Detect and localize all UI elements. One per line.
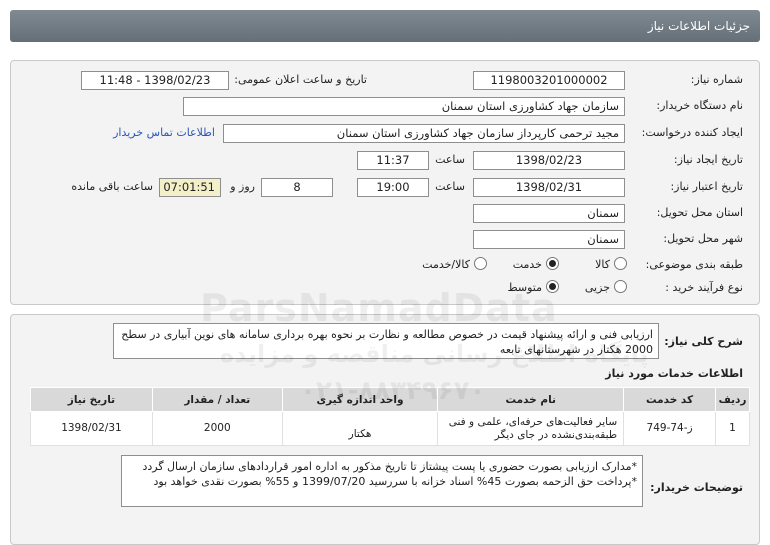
- buyer-contact-link[interactable]: اطلاعات تماس خریدار: [113, 126, 215, 139]
- buyer-org-label: نام دستگاه خریدار:: [656, 99, 743, 112]
- cell-service-code: ز-74-749: [623, 411, 717, 446]
- page-title: جزئیات اطلاعات نیاز: [647, 19, 750, 33]
- valid-date-field: 1398/02/31: [473, 178, 625, 197]
- valid-time-field: 19:00: [357, 178, 429, 197]
- buyer-note-1: *مدارک ارزیابی بصورت حضوری یا پست پیشتاز…: [142, 460, 637, 473]
- valid-date-label: تاریخ اعتبار نیاز:: [670, 180, 743, 193]
- services-table-header: ردیف کد خدمت نام خدمت واحد اندازه گیری ت…: [30, 387, 750, 412]
- category-option-goods: کالا: [595, 258, 610, 271]
- requester-field: مجید ترحمی کارپرداز سازمان جهاد کشاورزی …: [223, 124, 625, 143]
- category-option-goods-service: کالا/خدمت: [422, 258, 470, 271]
- category-radio-service[interactable]: [546, 257, 559, 270]
- header-row-number: ردیف: [715, 387, 750, 412]
- need-details-panel: شرح کلی نیاز: ارزیابی فنی و ارائه پیشنها…: [10, 314, 760, 545]
- announce-label: تاریخ و ساعت اعلان عمومی:: [234, 73, 367, 86]
- services-table: ردیف کد خدمت نام خدمت واحد اندازه گیری ت…: [30, 387, 750, 446]
- category-label: طبقه بندی موضوعی:: [645, 258, 743, 271]
- header-quantity: تعداد / مقدار: [151, 387, 283, 412]
- process-radio-minor[interactable]: [614, 280, 627, 293]
- valid-time-label: ساعت: [435, 180, 465, 193]
- summary-field: ارزیابی فنی و ارائه پیشنهاد قیمت در خصوص…: [113, 323, 659, 359]
- cell-service-name: سایر فعالیت‌های حرفه‌ای، علمی و فنی طبقه…: [437, 411, 625, 446]
- process-label: نوع فرآیند خرید :: [665, 281, 743, 294]
- header-service-name: نام خدمت: [437, 387, 625, 412]
- city-label: شهر محل تحویل:: [663, 232, 743, 245]
- remaining-time-field: 07:01:51: [159, 178, 221, 197]
- header-need-date: تاریخ نیاز: [30, 387, 153, 412]
- remaining-days-field: 8: [261, 178, 333, 197]
- buyer-note-2: *پرداخت حق الزحمه بصورت 45% اسناد خزانه …: [153, 475, 638, 488]
- header-unit: واحد اندازه گیری: [281, 387, 439, 412]
- summary-label: شرح کلی نیاز:: [664, 335, 743, 348]
- services-section-title: اطلاعات خدمات مورد نیاز: [605, 367, 743, 380]
- process-radio-medium[interactable]: [546, 280, 559, 293]
- buyer-org-field: سازمان جهاد کشاورزی استان سمنان: [183, 97, 625, 116]
- need-number-label: شماره نیاز:: [690, 73, 743, 86]
- need-info-panel: شماره نیاز: 1198003201000002 تاریخ و ساع…: [10, 60, 760, 305]
- requester-label: ایجاد کننده درخواست:: [641, 126, 743, 139]
- process-option-minor: جزیی: [584, 281, 610, 294]
- header-service-code: کد خدمت: [623, 387, 717, 412]
- need-number-field: 1198003201000002: [473, 71, 625, 90]
- city-field: سمنان: [473, 230, 625, 249]
- cell-row-number: 1: [715, 411, 750, 446]
- category-radio-goods-service[interactable]: [474, 257, 487, 270]
- buyer-notes-field: *مدارک ارزیابی بصورت حضوری یا پست پیشتاز…: [121, 455, 643, 507]
- cell-unit: هکتار: [281, 411, 439, 446]
- province-field: سمنان: [473, 204, 625, 223]
- province-label: استان محل تحویل:: [656, 206, 743, 219]
- created-time-label: ساعت: [435, 153, 465, 166]
- table-row: 1 ز-74-749 سایر فعالیت‌های حرفه‌ای، علمی…: [30, 411, 750, 446]
- cell-need-date: 1398/02/31: [30, 411, 153, 446]
- process-option-medium: متوسط: [507, 281, 542, 294]
- buyer-notes-label: توضیحات خریدار:: [650, 481, 743, 494]
- announce-datetime-field: 1398/02/23 - 11:48: [81, 71, 229, 90]
- created-date-field: 1398/02/23: [473, 151, 625, 170]
- category-option-service: خدمت: [512, 258, 542, 271]
- category-radio-goods[interactable]: [614, 257, 627, 270]
- created-date-label: تاریخ ایجاد نیاز:: [673, 153, 743, 166]
- page-title-bar: جزئیات اطلاعات نیاز: [10, 10, 760, 42]
- created-time-field: 11:37: [357, 151, 429, 170]
- cell-quantity: 2000: [151, 411, 283, 446]
- remaining-days-label: روز و: [230, 180, 255, 193]
- remaining-time-label: ساعت باقی مانده: [71, 180, 153, 193]
